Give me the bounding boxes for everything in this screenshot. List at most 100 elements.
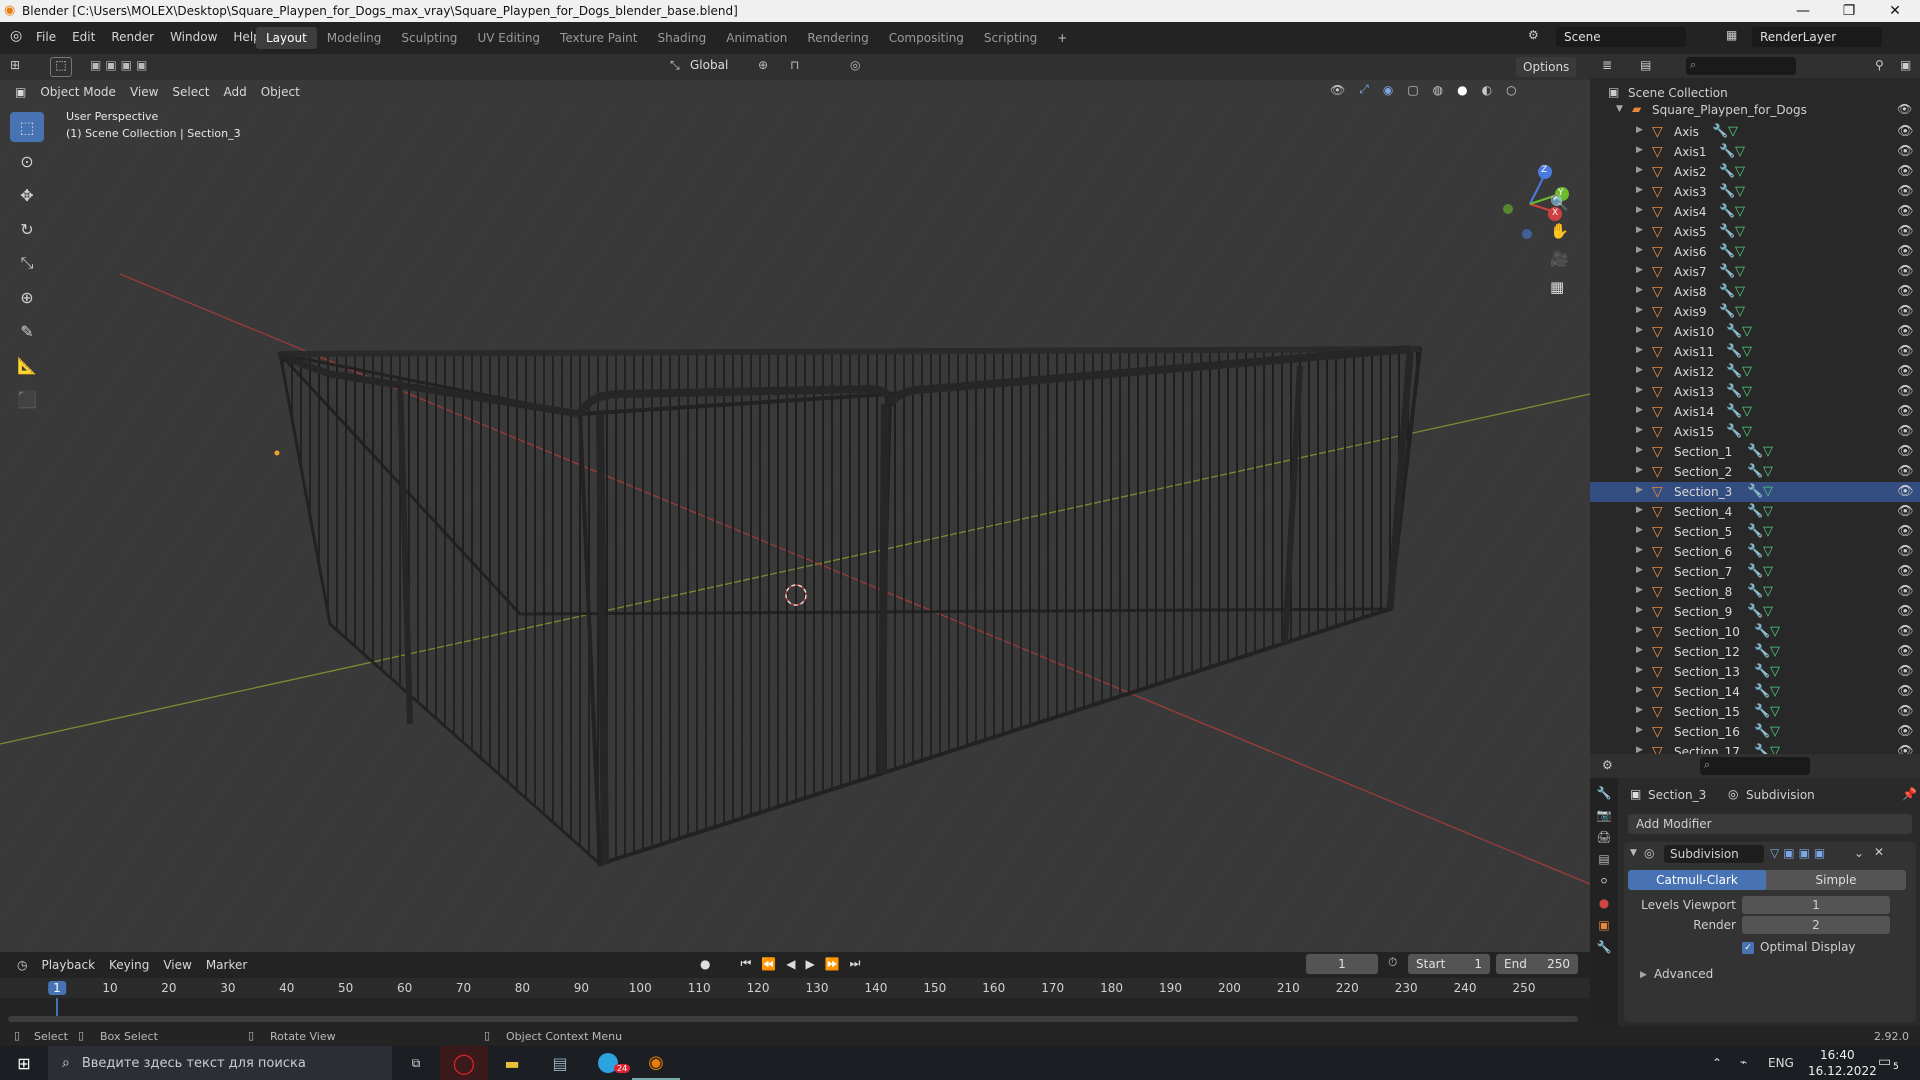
rendered-shading-icon[interactable]: ○ [1506,83,1516,97]
outliner-item-label[interactable]: Section_3 [1674,485,1732,499]
advanced-subpanel[interactable]: Advanced [1654,967,1713,981]
select-box-tool-icon[interactable]: ⬚ [10,112,44,142]
outliner-item-label[interactable]: Section_1 [1674,445,1732,459]
expand-arrow-icon[interactable]: ▶ [1636,205,1643,215]
outliner-row[interactable]: ▶ ▽ Section_1 🔧 ▽ 👁 [1590,442,1920,462]
visibility-eye-icon[interactable]: 👁 [1897,464,1914,479]
snap-icon[interactable]: ⊓ [790,58,799,72]
outliner-item-label[interactable]: Axis2 [1674,165,1707,179]
material-shading-icon[interactable]: ◐ [1482,83,1492,97]
modifier-icon[interactable]: 🔧 [1747,504,1763,519]
outliner-item-label[interactable]: Axis7 [1674,265,1707,279]
visibility-eye-icon[interactable]: 👁 [1897,484,1914,499]
taskbar-search-box[interactable]: ⌕ Введите здесь текст для поиска [48,1046,392,1080]
visibility-eye-icon[interactable]: 👁 [1897,584,1914,599]
expand-arrow-icon[interactable]: ▶ [1636,705,1643,715]
modifier-tab-icon[interactable]: 🔧 [1597,940,1612,954]
expand-arrow-icon[interactable]: ▶ [1636,485,1643,495]
mesh-data-icon[interactable]: ▽ [1742,384,1752,399]
viewport-menu-add[interactable]: Add [216,82,253,102]
close-icon[interactable]: ✕ [1872,0,1918,22]
modifier-icon[interactable]: 🔧 [1719,224,1735,239]
mesh-data-icon[interactable]: ▽ [1763,444,1773,459]
mesh-data-icon[interactable]: ▽ [1770,624,1780,639]
mesh-data-icon[interactable]: ▽ [1735,304,1745,319]
record-icon[interactable]: ● [700,957,710,971]
tab-texture-paint[interactable]: Texture Paint [550,27,647,49]
modifier-icon[interactable]: 🔧 [1747,584,1763,599]
play-reverse-icon[interactable]: ◀ [786,957,795,971]
modifier-icon[interactable]: 🔧 [1726,364,1742,379]
filter-icon[interactable]: ⚲ [1875,58,1884,72]
expand-arrow-icon[interactable]: ▶ [1636,265,1643,275]
wireframe-shading-icon[interactable]: ◍ [1433,83,1443,97]
tab-layout[interactable]: Layout [256,27,317,49]
visibility-eye-icon[interactable]: 👁 [1897,204,1914,219]
tool-tab-icon[interactable]: 🔧 [1597,786,1612,800]
expand-arrow-icon[interactable]: ▶ [1636,525,1643,535]
select-mode-icons[interactable]: ▣▣▣▣ [90,58,151,72]
modifier-icon[interactable]: 🔧 [1747,564,1763,579]
visibility-eye-icon[interactable]: 👁 [1897,244,1914,259]
outliner-item-label[interactable]: Section_8 [1674,585,1732,599]
optimal-display-checkbox[interactable]: ✓ [1742,942,1754,954]
mesh-data-icon[interactable]: ▽ [1742,364,1752,379]
modifier-icon[interactable]: 🔧 [1754,644,1770,659]
visibility-eye-icon[interactable]: 👁 [1897,544,1914,559]
outliner-item-label[interactable]: Section_14 [1674,685,1740,699]
expand-arrow-icon[interactable]: ▶ [1636,465,1643,475]
outliner-row[interactable]: ▶ ▽ Axis12 🔧 ▽ 👁 [1590,362,1920,382]
mesh-data-icon[interactable]: ▽ [1763,584,1773,599]
transform-tool-icon[interactable]: ⊕ [10,282,44,312]
expand-arrow-icon[interactable]: ▶ [1636,245,1643,255]
task-view-icon[interactable]: ⧉ [392,1046,440,1080]
outliner-item-label[interactable]: Section_7 [1674,565,1732,579]
modifier-icon[interactable]: 🔧 [1726,324,1742,339]
expand-arrow-icon[interactable]: ▶ [1636,445,1643,455]
outliner-item-label[interactable]: Section_4 [1674,505,1732,519]
visibility-eye-icon[interactable]: 👁 [1897,284,1914,299]
visibility-eye-icon[interactable]: 👁 [1897,564,1914,579]
playback-menu[interactable]: Playback [34,955,102,975]
frame-ruler[interactable]: 1 10 20 30 40 50 60 70 80 90 100 110 120 130 140 150 160… [0,978,1590,998]
select-tool-icon[interactable]: ⬚ [50,57,72,77]
network-icon[interactable]: ⌁ [1740,1055,1747,1069]
outliner-row[interactable]: ▶ ▽ Axis2 🔧 ▽ 👁 [1590,162,1920,182]
options-dropdown[interactable]: Options [1516,57,1577,77]
notification-icon[interactable]: ▭ [1878,1054,1891,1070]
modifier-icon[interactable]: 🔧 [1754,724,1770,739]
proportional-edit-icon[interactable]: ◎ [850,58,860,72]
camera-view-icon[interactable]: 🎥 [1550,250,1569,268]
pin-icon[interactable]: 📌 [1902,787,1917,801]
visibility-eye-icon[interactable]: 👁 [1897,264,1914,279]
outliner-item-label[interactable]: Axis14 [1674,405,1714,419]
outliner-item-label[interactable]: Axis1 [1674,145,1707,159]
restore-icon[interactable]: ❐ [1826,0,1872,22]
mesh-data-icon[interactable]: ▽ [1770,644,1780,659]
visibility-eye-icon[interactable]: 👁 [1897,504,1914,519]
expand-arrow-icon[interactable]: ▶ [1636,385,1643,395]
outliner-row[interactable]: ▶ ▽ Axis6 🔧 ▽ 👁 [1590,242,1920,262]
expand-arrow-icon[interactable]: ▶ [1636,425,1643,435]
outliner-item-label[interactable]: Axis6 [1674,245,1707,259]
add-modifier-button[interactable]: Add Modifier [1628,814,1912,834]
properties-editor-icon[interactable]: ⚙ [1602,758,1613,772]
pivot-icon[interactable]: ⊕ [758,58,768,72]
collection-label[interactable]: Square_Playpen_for_Dogs [1652,103,1807,117]
mesh-data-icon[interactable]: ▽ [1742,324,1752,339]
outliner-item-label[interactable]: Axis [1674,125,1699,139]
outliner-item-label[interactable]: Section_9 [1674,605,1732,619]
outliner-row[interactable]: ▶ ▽ Section_10 🔧 ▽ 👁 [1590,622,1920,642]
expand-arrow-icon[interactable]: ▶ [1636,185,1643,195]
mesh-data-icon[interactable]: ▽ [1770,664,1780,679]
expand-arrow-icon[interactable]: ▶ [1636,645,1643,655]
expand-arrow-icon[interactable]: ▼ [1616,104,1623,114]
jump-end-icon[interactable]: ⏭ [850,956,861,971]
modifier-icon[interactable]: 🔧 [1754,664,1770,679]
expand-arrow-icon[interactable]: ▶ [1636,165,1643,175]
expand-arrow-icon[interactable]: ▶ [1636,625,1643,635]
outliner-row[interactable]: ▶ ▽ Axis9 🔧 ▽ 👁 [1590,302,1920,322]
expand-arrow-icon[interactable]: ▶ [1636,685,1643,695]
outliner-item-label[interactable]: Axis3 [1674,185,1707,199]
outliner-row[interactable]: ▶ ▽ Section_7 🔧 ▽ 👁 [1590,562,1920,582]
